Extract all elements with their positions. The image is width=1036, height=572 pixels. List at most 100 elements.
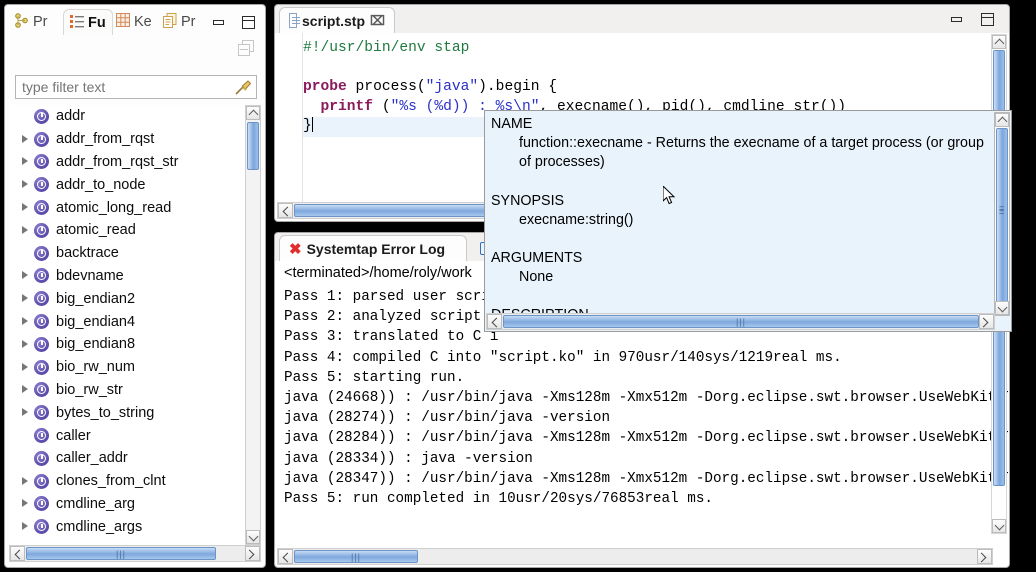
tree-item[interactable]: caller: [9, 424, 263, 447]
close-icon[interactable]: ⌧: [370, 13, 385, 29]
expand-arrow-icon[interactable]: [19, 224, 32, 237]
popup-spacer: [491, 173, 1003, 192]
tree-item[interactable]: addr: [9, 105, 263, 128]
expand-arrow-icon[interactable]: [19, 292, 32, 305]
scroll-left-button[interactable]: [278, 549, 293, 564]
functions-tree[interactable]: addr addr_from_rqst addr_from_rqst_straddr…: [9, 105, 263, 545]
copy-page-icon: [163, 13, 177, 32]
filter-text-field[interactable]: [15, 75, 257, 99]
scroll-thumb[interactable]: |||: [26, 547, 216, 560]
expand-arrow-icon[interactable]: [19, 269, 32, 282]
tree-item[interactable]: bio_rw_num: [9, 356, 263, 379]
scroll-down-button[interactable]: [995, 301, 1009, 315]
popup-vertical-scrollbar[interactable]: ==: [994, 112, 1010, 316]
maximize-icon: [242, 16, 255, 29]
function-icon: [34, 109, 49, 124]
popup-section-text: execname:string(): [519, 211, 1003, 230]
view-maximize-button[interactable]: [240, 14, 256, 30]
tree-item[interactable]: caller_addr: [9, 447, 263, 470]
view-tab-probe[interactable]: Pr: [9, 9, 54, 35]
view-tab-kernel[interactable]: Ke: [110, 9, 158, 35]
expand-arrow-icon[interactable]: [19, 383, 32, 396]
expand-arrow-icon[interactable]: [19, 133, 32, 146]
scroll-thumb[interactable]: |||: [294, 550, 418, 563]
scroll-down-button[interactable]: [246, 530, 260, 544]
expand-arrow-icon[interactable]: [19, 201, 32, 214]
search-input[interactable]: [16, 78, 224, 96]
expand-arrow-icon[interactable]: [19, 520, 32, 533]
scroll-down-button[interactable]: [992, 519, 1006, 533]
editor-gutter: [276, 33, 303, 220]
scroll-left-button[interactable]: [278, 203, 293, 218]
scroll-up-button[interactable]: [246, 106, 260, 120]
code-token: }: [303, 118, 312, 134]
scroll-up-button[interactable]: [995, 113, 1009, 127]
tree-item-label: cmdline_arg: [56, 496, 135, 512]
view-tab-functions[interactable]: Fu: [63, 9, 113, 35]
code-line: [303, 59, 1008, 79]
tree-item[interactable]: big_endian2: [9, 287, 263, 310]
scroll-left-button[interactable]: [487, 314, 502, 329]
tree-horizontal-scrollbar[interactable]: |||: [9, 545, 261, 562]
tree-item[interactable]: addr_from_rqst_str: [9, 151, 263, 174]
popup-spacer: [491, 230, 1003, 249]
file-icon: [289, 13, 297, 28]
tree-item[interactable]: atomic_read: [9, 219, 263, 242]
editor-maximize-button[interactable]: [979, 11, 995, 27]
editor-minimize-button[interactable]: [949, 11, 965, 27]
tree-item[interactable]: bio_rw_str: [9, 379, 263, 402]
expand-arrow-icon[interactable]: [19, 155, 32, 168]
function-icon: [34, 428, 49, 443]
view-toolbar: [5, 35, 265, 65]
scroll-right-button[interactable]: [245, 546, 260, 561]
scroll-up-button[interactable]: [992, 35, 1006, 49]
console-output-line: java (28347)) : /usr/bin/java -Xms128m -…: [284, 469, 988, 489]
expand-arrow-icon[interactable]: [19, 497, 32, 510]
tree-item-label: atomic_long_read: [56, 200, 171, 216]
view-tab-label: Ke: [134, 14, 152, 30]
tree-item[interactable]: cmdline_args: [9, 515, 263, 538]
tree-item[interactable]: atomic_long_read: [9, 196, 263, 219]
scroll-thumb[interactable]: |||: [503, 315, 979, 328]
expand-arrow-icon[interactable]: [19, 315, 32, 328]
scroll-right-button[interactable]: [979, 314, 994, 329]
tree-item[interactable]: cmdline_arg: [9, 493, 263, 516]
tree-item[interactable]: bytes_to_string: [9, 401, 263, 424]
minimize-icon: [951, 17, 962, 22]
console-horizontal-scrollbar[interactable]: |||: [277, 548, 993, 565]
tree-item[interactable]: backtrace: [9, 242, 263, 265]
tree-item[interactable]: addr_to_node: [9, 173, 263, 196]
broom-icon[interactable]: [234, 79, 252, 96]
tree-item[interactable]: clones_from_clnt: [9, 470, 263, 493]
function-icon: [34, 177, 49, 192]
expand-arrow-icon[interactable]: [19, 475, 32, 488]
expand-arrow-icon[interactable]: [19, 406, 32, 419]
view-minimize-button[interactable]: [211, 14, 227, 30]
console-tab-systemtap-error-log[interactable]: ✖ Systemtap Error Log: [279, 235, 467, 261]
popup-horizontal-scrollbar[interactable]: |||: [486, 313, 995, 330]
tree-item-label: addr: [56, 108, 85, 124]
text-caret: [312, 117, 313, 132]
tree-item-label: addr_from_rqst_str: [56, 154, 179, 170]
popup-section-text: None: [519, 268, 1003, 287]
tree-item[interactable]: big_endian8: [9, 333, 263, 356]
popup-section-heading: NAME: [491, 115, 1003, 134]
function-icon: [34, 496, 49, 511]
function-icon: [34, 337, 49, 352]
tree-item-label: addr_to_node: [56, 177, 146, 193]
tree-item[interactable]: big_endian4: [9, 310, 263, 333]
expand-arrow-icon[interactable]: [19, 178, 32, 191]
expand-arrow-icon[interactable]: [19, 361, 32, 374]
view-tab-probe-alias[interactable]: Pr: [157, 9, 202, 35]
expand-arrow-icon[interactable]: [19, 338, 32, 351]
tree-item[interactable]: addr_from_rqst: [9, 128, 263, 151]
scroll-left-button[interactable]: [10, 546, 25, 561]
console-output-line: java (28274)) : /usr/bin/java -version: [284, 408, 988, 428]
scroll-thumb[interactable]: ==: [996, 128, 1008, 302]
tree-item[interactable]: bdevname: [9, 265, 263, 288]
scroll-right-button[interactable]: [977, 549, 992, 564]
scroll-thumb[interactable]: [247, 122, 259, 170]
editor-tab-script-stp[interactable]: script.stp ⌧: [279, 7, 395, 33]
collapse-all-icon[interactable]: [238, 40, 255, 57]
tree-vertical-scrollbar[interactable]: [245, 105, 261, 545]
